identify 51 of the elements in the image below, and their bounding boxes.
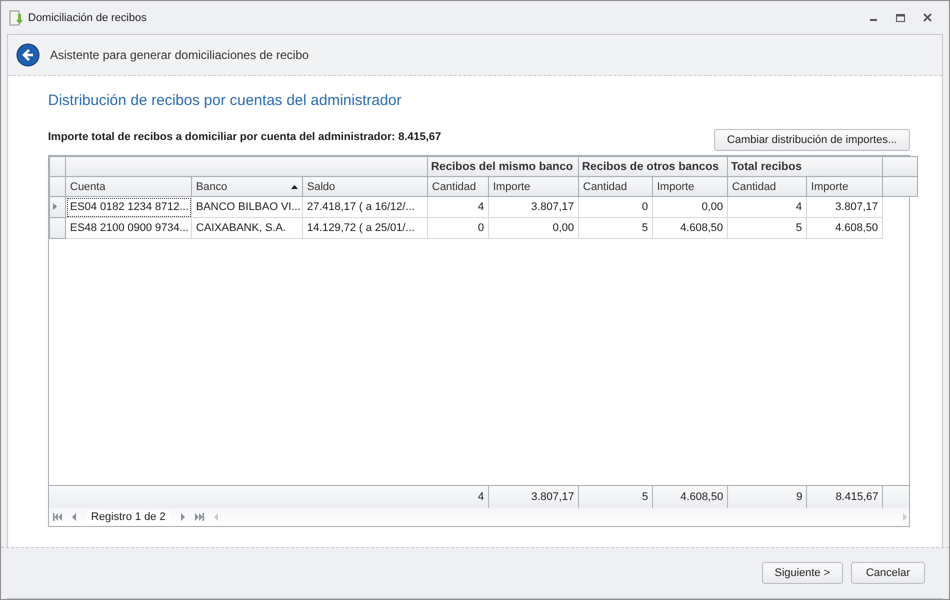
window-title: Domiciliación de recibos — [28, 12, 148, 24]
previous-record-icon[interactable] — [70, 513, 79, 521]
column-header[interactable]: Cantidad — [728, 176, 807, 196]
table-cell: CAIXABANK, S.A. — [192, 218, 302, 238]
table-cell: 0 — [428, 218, 488, 238]
table-cell: 5 — [728, 218, 807, 238]
band-header: Total recibos — [728, 156, 883, 176]
band-header: Recibos del mismo banco — [428, 156, 578, 176]
column-header[interactable]: Cantidad — [578, 176, 652, 196]
column-label: Banco — [196, 180, 228, 192]
next-button[interactable]: Siguiente > — [762, 562, 843, 584]
wizard-title: Asistente para generar domiciliaciones de recibo — [50, 48, 309, 62]
table-cell: 4 — [728, 196, 807, 218]
column-header[interactable]: Banco — [192, 176, 302, 196]
band-header: Recibos de otros bancos — [578, 156, 728, 176]
scroll-left-icon[interactable] — [212, 513, 221, 521]
total-label: Importe total de recibos a domiciliar por cuenta del administrador: 8.415,67 — [48, 131, 442, 143]
maximize-icon[interactable] — [895, 12, 906, 23]
row-indicator[interactable] — [50, 218, 66, 238]
scroll-right-icon[interactable] — [900, 513, 909, 521]
row-indicator[interactable] — [50, 196, 66, 218]
last-record-icon[interactable] — [194, 513, 204, 521]
page-title: Distribución de recibos por cuentas del administrador — [48, 92, 403, 109]
column-header[interactable]: Saldo — [302, 176, 428, 196]
table-cell: 0 — [578, 196, 652, 218]
table-cell: 0,00 — [652, 196, 728, 218]
close-icon[interactable] — [922, 12, 933, 23]
column-header[interactable]: Cantidad — [428, 176, 488, 196]
document-icon — [9, 10, 23, 26]
table-cell: 5 — [578, 218, 652, 238]
table-cell: 14.129,72 ( a 25/01/... — [302, 218, 428, 238]
record-counter: Registro 1 de 2 — [87, 511, 170, 523]
back-icon[interactable] — [16, 43, 40, 67]
table-cell: ES48 2100 0900 9734... — [66, 218, 192, 238]
table-cell: BANCO BILBAO VI... — [192, 196, 302, 218]
table-cell: 27.418,17 ( a 16/12/... — [302, 196, 428, 218]
table-cell: 3.807,17 — [806, 196, 883, 218]
table-cell: 3.807,17 — [488, 196, 578, 218]
table-cell: 0,00 — [488, 218, 578, 238]
table-cell: 4.608,50 — [652, 218, 728, 238]
change-distribution-button[interactable]: Cambiar distribución de importes... — [714, 129, 910, 151]
table-cell: 4 — [428, 196, 488, 218]
column-header[interactable]: Cuenta — [66, 176, 192, 196]
first-record-icon[interactable] — [53, 513, 62, 521]
table-cell: ES04 0182 1234 8712... — [66, 196, 192, 218]
row-indicator-icon — [53, 203, 57, 210]
column-header[interactable]: Importe — [806, 176, 883, 196]
cancel-button[interactable]: Cancelar — [851, 562, 925, 584]
table-cell: 4.608,50 — [806, 218, 883, 238]
column-header[interactable]: Importe — [488, 176, 578, 196]
column-header[interactable]: Importe — [652, 176, 728, 196]
